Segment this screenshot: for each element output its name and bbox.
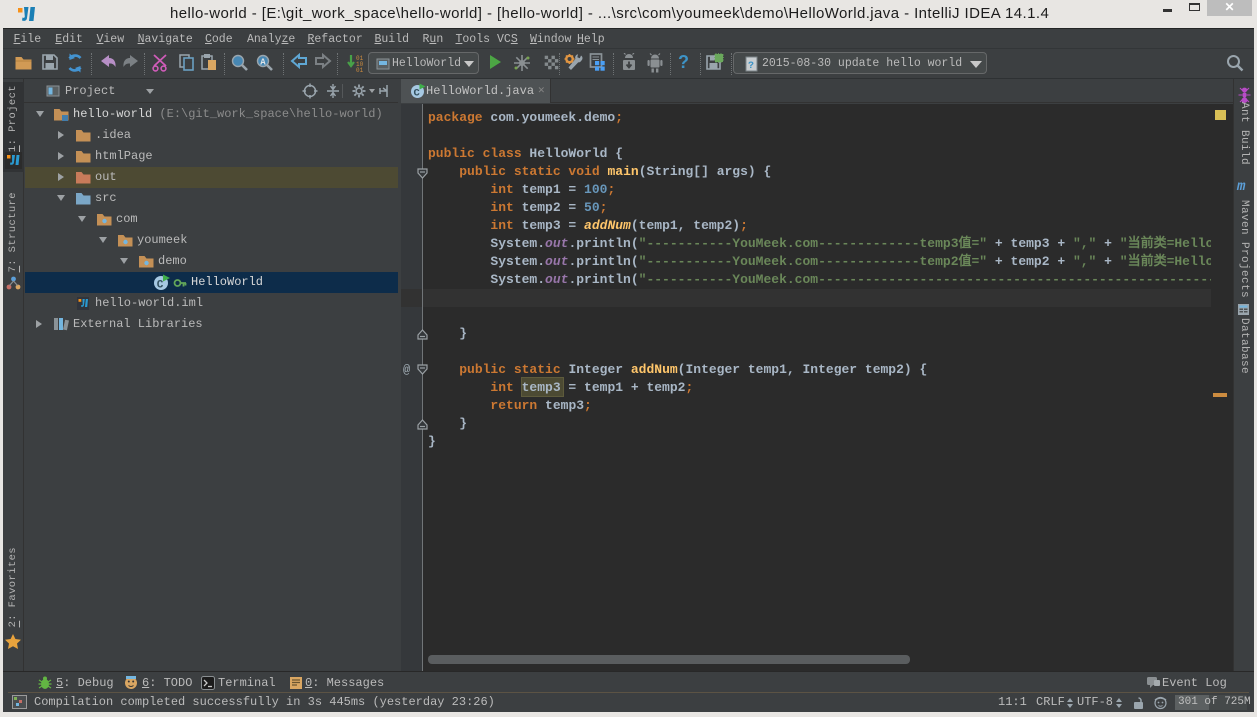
svg-text:A: A (260, 58, 266, 68)
svg-text:01: 01 (356, 67, 364, 73)
svg-text:?: ? (748, 61, 754, 72)
svg-text:C: C (414, 88, 421, 100)
svg-text:C: C (157, 279, 164, 291)
